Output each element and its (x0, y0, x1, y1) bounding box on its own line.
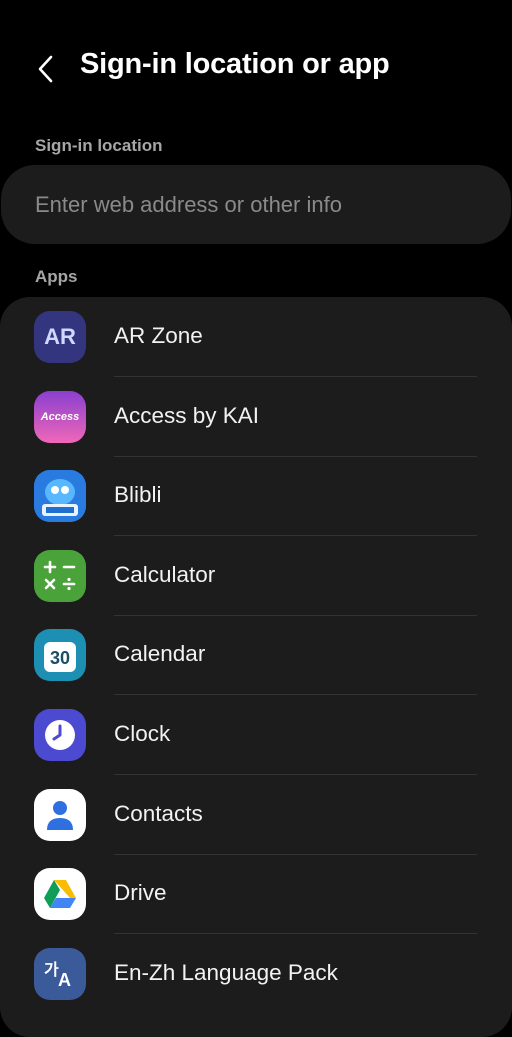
blibli-icon (34, 470, 86, 522)
calendar-icon: 30 (34, 629, 86, 681)
drive-triangle-icon (44, 880, 76, 908)
app-name: Access by KAI (114, 403, 260, 428)
app-name: Blibli (114, 482, 162, 507)
header: Sign-in location or app (0, 0, 512, 140)
calendar-page: 30 (44, 642, 76, 672)
ar-zone-icon: AR (34, 311, 86, 363)
apps-list: AR AR Zone Access Access by KAI Blibli C… (0, 297, 512, 1037)
clock-icon (34, 709, 86, 761)
contacts-person-icon (47, 801, 73, 830)
app-item-drive[interactable]: Drive (0, 854, 512, 934)
clock-face-icon (45, 720, 75, 750)
apps-label: Apps (35, 267, 78, 286)
google-drive-icon (34, 868, 86, 920)
calendar-day-number: 30 (49, 648, 71, 668)
app-item-en-zh-language-pack[interactable]: 가 A En-Zh Language Pack (0, 934, 512, 1014)
app-item-calendar[interactable]: 30 Calendar (0, 615, 512, 695)
app-name: En-Zh Language Pack (114, 960, 338, 985)
language-pack-icon: 가 A (34, 948, 86, 1000)
app-item-clock[interactable]: Clock (0, 695, 512, 775)
ar-zone-icon-text: AR (44, 324, 76, 349)
sign-in-location-input[interactable] (35, 191, 475, 218)
app-name: Drive (114, 880, 167, 905)
contacts-icon (34, 789, 86, 841)
calculator-symbols-icon (43, 560, 76, 591)
app-name: Contacts (114, 801, 203, 826)
page-title: Sign-in location or app (80, 48, 390, 80)
access-by-kai-icon-text: Access (40, 411, 80, 423)
app-name: AR Zone (114, 323, 203, 348)
access-by-kai-icon: Access (34, 391, 86, 443)
language-pack-bottom-glyph: A (58, 970, 71, 990)
sign-in-location-label: Sign-in location (35, 136, 163, 155)
app-item-blibli[interactable]: Blibli (0, 456, 512, 536)
app-name: Calculator (114, 562, 216, 587)
app-name: Calendar (114, 641, 206, 666)
app-item-ar-zone[interactable]: AR AR Zone (0, 297, 512, 377)
back-button[interactable] (30, 50, 60, 88)
app-item-access-by-kai[interactable]: Access Access by KAI (0, 377, 512, 457)
app-name: Clock (114, 721, 171, 746)
blibli-mascot-icon (34, 470, 86, 522)
back-arrow-icon (38, 55, 53, 83)
app-item-contacts[interactable]: Contacts (0, 775, 512, 855)
calculator-icon (34, 550, 86, 602)
app-item-calculator[interactable]: Calculator (0, 536, 512, 616)
language-pack-top-glyph: 가 (44, 962, 59, 979)
sign-in-location-field[interactable] (1, 165, 511, 244)
